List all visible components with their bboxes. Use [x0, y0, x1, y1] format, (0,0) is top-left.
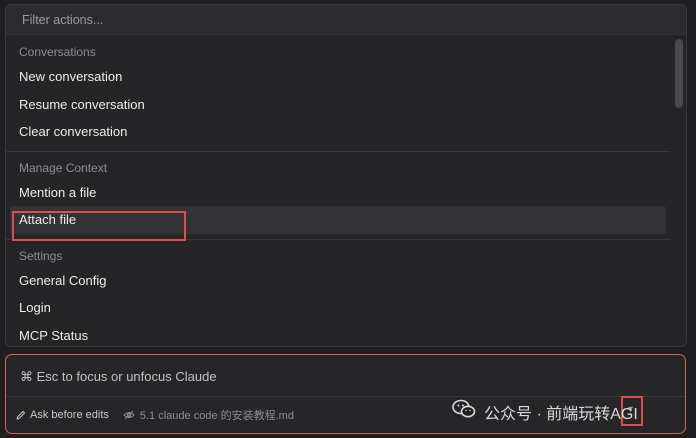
input-divider [6, 396, 685, 397]
eye-off-icon [123, 410, 135, 420]
action-general-config[interactable]: General Config [6, 267, 666, 295]
action-attach-file[interactable]: Attach file [10, 206, 666, 234]
list-scrollbar[interactable] [675, 39, 683, 108]
actions-list: Conversations New conversation Resume co… [6, 41, 670, 346]
command-palette: Conversations New conversation Resume co… [5, 4, 687, 347]
section-header-manage-context: Manage Context [19, 160, 108, 175]
action-clear-conversation[interactable]: Clear conversation [6, 118, 666, 146]
action-resume-conversation[interactable]: Resume conversation [6, 91, 666, 119]
app-root: Conversations New conversation Resume co… [0, 0, 696, 438]
edit-mode-button[interactable]: Ask before edits [16, 409, 109, 421]
input-footer: Ask before edits 5.1 claude code 的安装教程.m… [16, 407, 294, 423]
section-header-settings: Settings [19, 248, 63, 263]
current-file-toggle[interactable]: 5.1 claude code 的安装教程.md [123, 407, 294, 423]
section-divider [6, 150, 670, 152]
action-login[interactable]: Login [6, 294, 666, 322]
filter-actions-input[interactable] [22, 12, 622, 27]
action-mention-file[interactable]: Mention a file [6, 179, 666, 207]
watermark: 公众号 · 前端玩转AGI [452, 399, 638, 424]
pencil-icon [16, 410, 26, 420]
action-mcp-status[interactable]: MCP Status [6, 322, 666, 347]
section-header-conversations: Conversations [19, 45, 96, 59]
current-file-label: 5.1 claude code 的安装教程.md [139, 410, 294, 422]
edit-mode-label: Ask before edits [30, 409, 109, 421]
filter-bar [6, 5, 686, 35]
wechat-logo-icon [452, 399, 476, 424]
action-new-conversation[interactable]: New conversation [6, 63, 666, 91]
watermark-text: 公众号 · 前端玩转AGI [484, 405, 638, 423]
focus-hint: ⌘ Esc to focus or unfocus Claude [20, 369, 217, 384]
section-divider [6, 238, 670, 240]
